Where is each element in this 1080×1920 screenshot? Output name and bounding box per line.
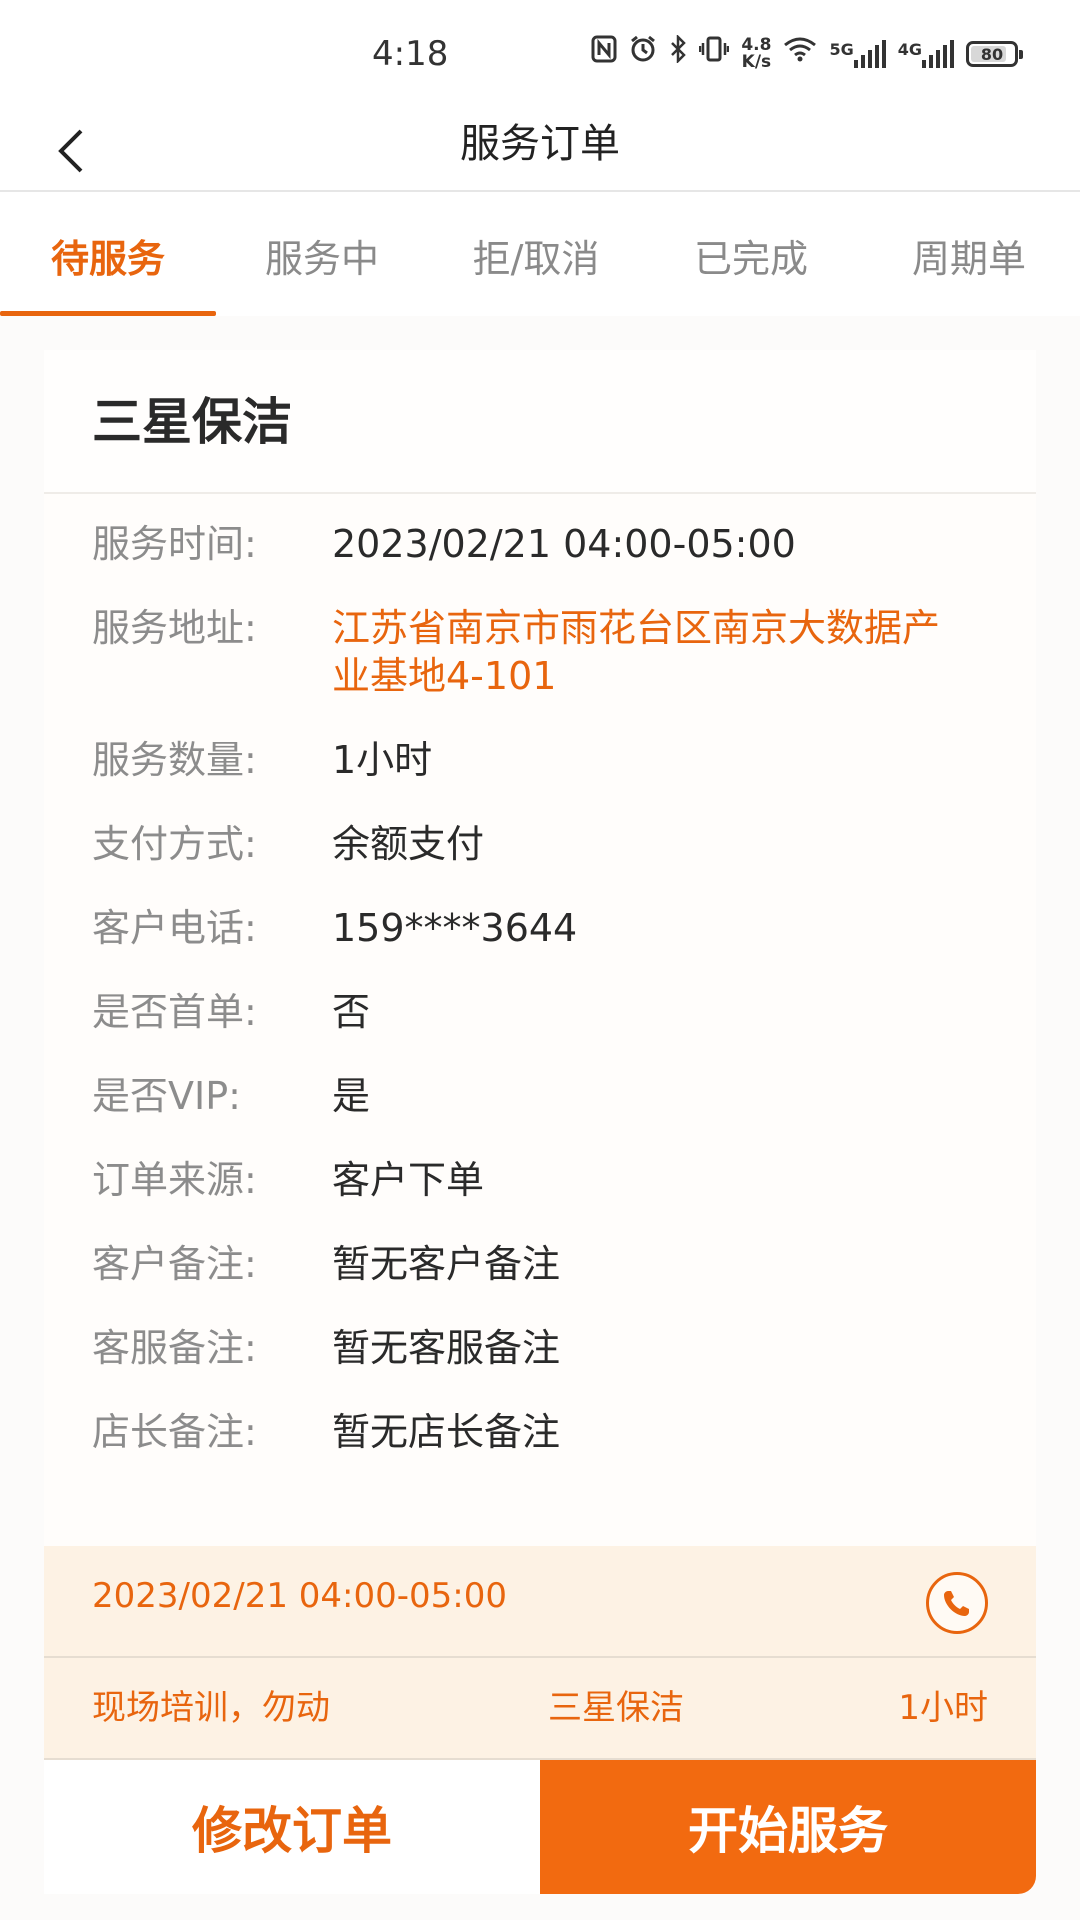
- tab-completed[interactable]: 已完成: [644, 194, 858, 316]
- signal-icon: [853, 40, 886, 68]
- order-info-strip: 现场培训，勿动 三星保洁 1小时: [44, 1658, 1036, 1760]
- signal-icon: [922, 40, 954, 68]
- order-actions: 修改订单 开始服务: [44, 1760, 1036, 1894]
- detail-value: 余额支付: [332, 822, 485, 866]
- detail-row-manager-note: 店长备注: 暂无店长备注: [92, 1408, 988, 1456]
- detail-row-customer-phone: 客户电话: 159****3644: [92, 904, 988, 952]
- sim1-type: 5G: [829, 40, 854, 59]
- navigation-bar: 服务订单: [0, 108, 1080, 192]
- detail-label: 服务时间:: [92, 522, 257, 566]
- order-status-tabs: 待服务 服务中 拒/取消 已完成 周期单: [0, 194, 1080, 316]
- call-customer-button[interactable]: [926, 1572, 988, 1634]
- order-service-name: 三星保洁: [548, 1688, 684, 1728]
- sim2-signal: 4G: [898, 40, 954, 68]
- net-speed: 4.8 K/s: [741, 37, 771, 71]
- detail-value: 否: [332, 990, 371, 1034]
- order-note: 现场培训，勿动: [92, 1688, 330, 1728]
- address-link[interactable]: 江苏省南京市雨花台区南京大数据产业基地4-101: [332, 604, 988, 700]
- alarm-icon: [629, 34, 657, 74]
- detail-row-payment-method: 支付方式: 余额支付: [92, 820, 988, 868]
- order-summary-bar: 2023/02/21 04:00-05:00: [44, 1546, 1036, 1658]
- battery-level: 80: [980, 44, 1004, 64]
- tab-rejected-cancelled[interactable]: 拒/取消: [428, 194, 644, 316]
- status-icons: 4.8 K/s 5G 4G 80: [591, 33, 1023, 74]
- phone-icon: [944, 1591, 969, 1616]
- detail-label: 是否首单:: [92, 990, 257, 1034]
- detail-value: 是: [332, 1074, 371, 1118]
- order-card-header: 三星保洁: [44, 350, 1036, 494]
- detail-row-service-time: 服务时间: 2023/02/21 04:00-05:00: [92, 520, 988, 568]
- detail-label: 支付方式:: [92, 822, 257, 866]
- status-bar: 4:18 4.8 K/s 5G 4G 80: [0, 0, 1080, 108]
- tab-pending-service[interactable]: 待服务: [0, 194, 216, 316]
- bluetooth-icon: [669, 33, 687, 74]
- sim2-type: 4G: [897, 40, 922, 59]
- nfc-icon: [591, 34, 617, 74]
- detail-value: 暂无店长备注: [332, 1410, 561, 1454]
- detail-row-order-source: 订单来源: 客户下单: [92, 1156, 988, 1204]
- detail-label: 客服备注:: [92, 1326, 257, 1370]
- detail-row-service-quantity: 服务数量: 1小时: [92, 736, 988, 784]
- wifi-icon: [783, 34, 817, 74]
- detail-label: 客户备注:: [92, 1242, 257, 1286]
- status-time: 4:18: [372, 34, 449, 74]
- vibrate-icon: [699, 34, 730, 74]
- detail-row-vip: 是否VIP: 是: [92, 1072, 988, 1120]
- order-service-title: 三星保洁: [92, 393, 292, 451]
- detail-value: 1小时: [332, 738, 433, 782]
- summary-service-time: 2023/02/21 04:00-05:00: [92, 1576, 508, 1616]
- detail-label: 订单来源:: [92, 1158, 257, 1202]
- detail-value: 客户下单: [332, 1158, 485, 1202]
- detail-row-customer-note: 客户备注: 暂无客户备注: [92, 1240, 988, 1288]
- start-service-button[interactable]: 开始服务: [540, 1760, 1036, 1894]
- detail-label: 服务数量:: [92, 738, 257, 782]
- detail-label: 服务地址:: [92, 606, 257, 650]
- net-speed-unit: K/s: [741, 52, 772, 72]
- battery-icon: 80: [966, 41, 1023, 67]
- page-title: 服务订单: [460, 121, 620, 167]
- order-quantity: 1小时: [898, 1688, 988, 1728]
- detail-value: 2023/02/21 04:00-05:00: [332, 522, 796, 566]
- detail-row-service-address: 服务地址: 江苏省南京市雨花台区南京大数据产业基地4-101: [92, 604, 988, 700]
- order-card[interactable]: 三星保洁 服务时间: 2023/02/21 04:00-05:00 服务地址: …: [44, 350, 1036, 1894]
- detail-label: 是否VIP:: [92, 1074, 241, 1118]
- detail-value: 159****3644: [332, 906, 578, 950]
- detail-row-cs-note: 客服备注: 暂无客服备注: [92, 1324, 988, 1372]
- detail-row-first-order: 是否首单: 否: [92, 988, 988, 1036]
- order-details: 服务时间: 2023/02/21 04:00-05:00 服务地址: 江苏省南京…: [44, 494, 1036, 1456]
- modify-order-button[interactable]: 修改订单: [44, 1760, 540, 1894]
- detail-label: 客户电话:: [92, 906, 257, 950]
- detail-label: 店长备注:: [92, 1410, 257, 1454]
- tab-in-service[interactable]: 服务中: [216, 194, 428, 316]
- tab-recurring[interactable]: 周期单: [858, 194, 1080, 316]
- detail-value: 暂无客户备注: [332, 1242, 561, 1286]
- sim1-signal: 5G: [829, 40, 886, 68]
- detail-value: 暂无客服备注: [332, 1326, 561, 1370]
- order-list: 三星保洁 服务时间: 2023/02/21 04:00-05:00 服务地址: …: [0, 316, 1080, 1920]
